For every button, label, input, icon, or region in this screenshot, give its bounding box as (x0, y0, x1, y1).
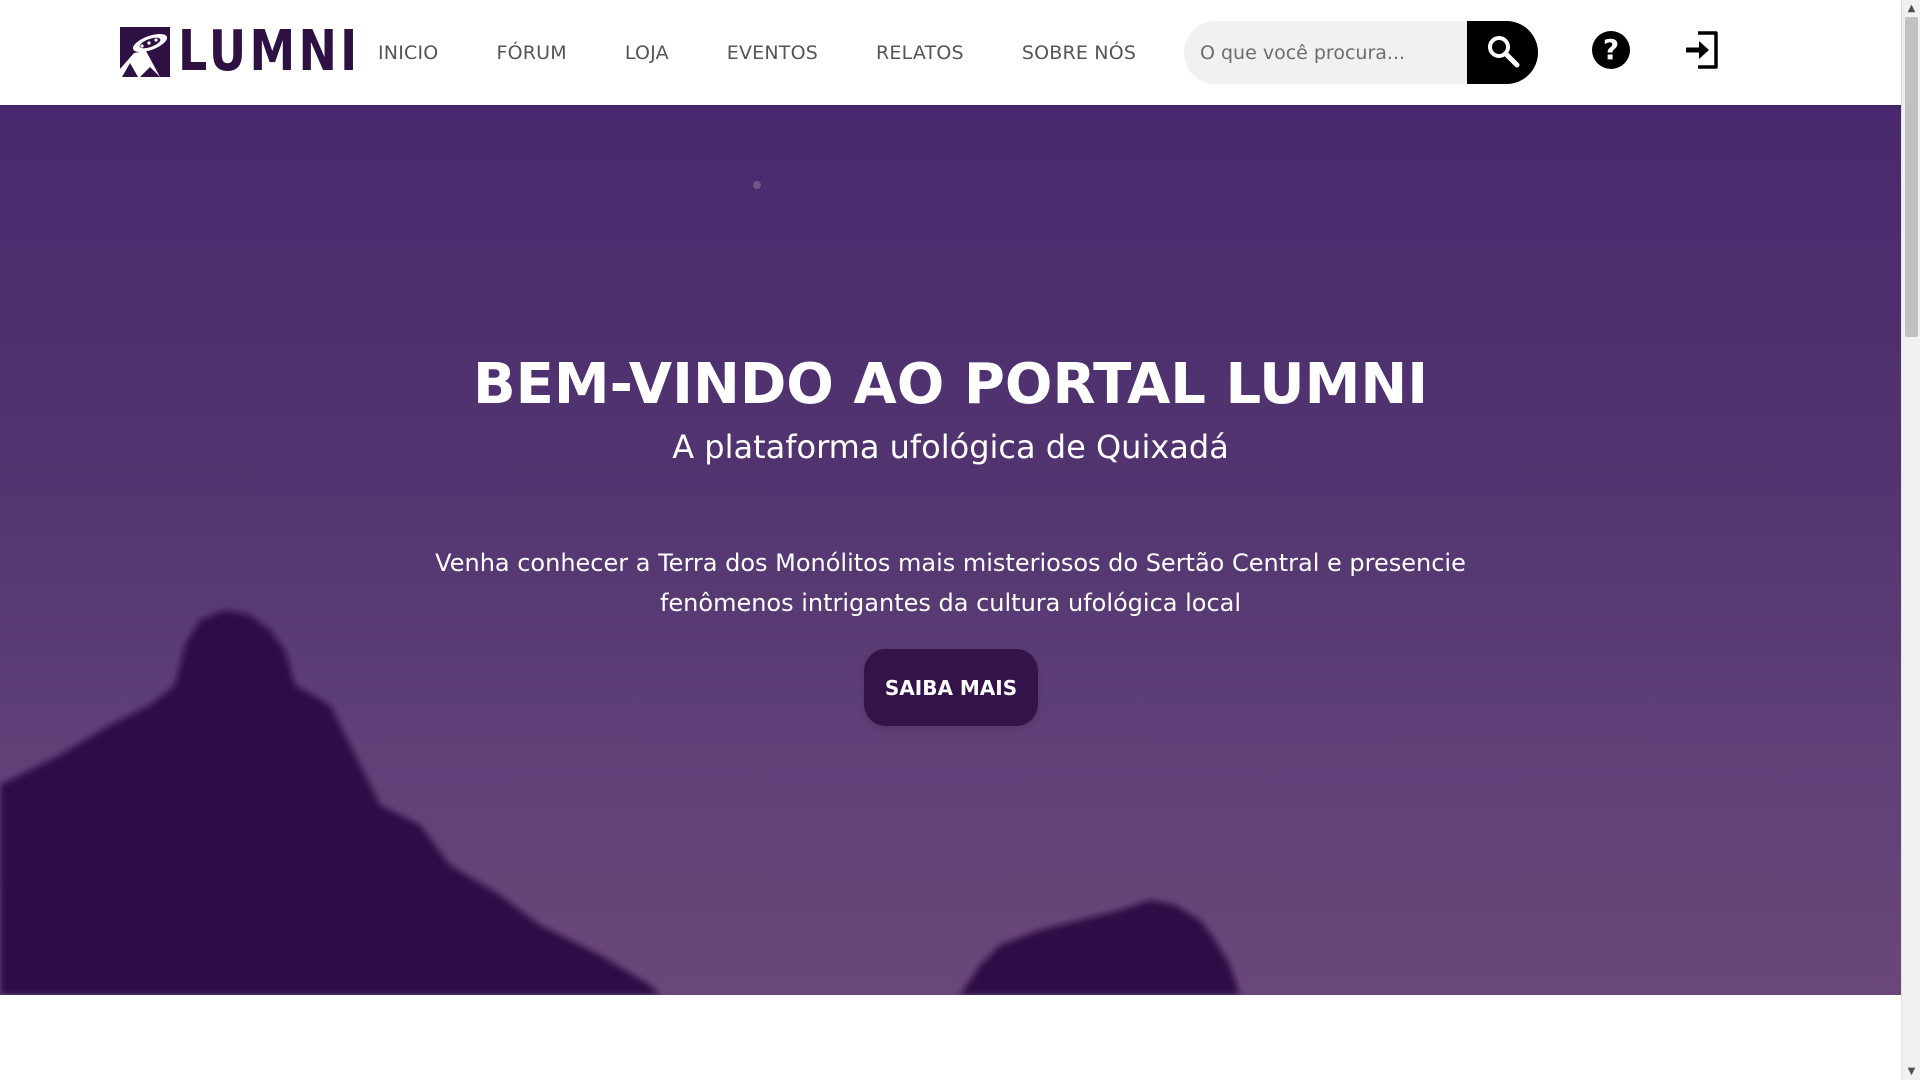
site-header: LUMNI INICIO FÓRUM LOJA EVENTOS RELATOS … (0, 0, 1901, 105)
nav-item-relatos[interactable]: RELATOS (876, 42, 964, 64)
logo-link[interactable]: LUMNI (120, 19, 401, 84)
nav-item-inicio[interactable]: INICIO (378, 42, 438, 64)
help-button[interactable]: ? (1592, 31, 1630, 69)
search-button[interactable] (1467, 21, 1538, 84)
scroll-thumb[interactable] (1905, 17, 1918, 337)
question-circle-icon: ? (1602, 33, 1620, 66)
hero-title: BEM-VINDO AO PORTAL LUMNI (472, 352, 1429, 417)
login-button[interactable] (1682, 30, 1722, 70)
main-nav: INICIO FÓRUM LOJA EVENTOS RELATOS SOBRE … (378, 0, 1136, 105)
hero-description: Venha conhecer a Terra dos Monólitos mai… (435, 549, 1466, 617)
nav-item-loja[interactable]: LOJA (625, 42, 669, 64)
hero-subtitle: A plataforma ufológica de Quixadá (672, 428, 1229, 466)
logo-text: LUMNI (178, 19, 361, 84)
nav-item-forum[interactable]: FÓRUM (496, 42, 566, 64)
scroll-up-arrow-icon[interactable]: ▲ (1902, 0, 1920, 17)
nav-item-eventos[interactable]: EVENTOS (727, 42, 818, 64)
search-input[interactable] (1184, 21, 1467, 84)
scroll-down-arrow-icon[interactable]: ▼ (1902, 1063, 1920, 1080)
ufo-logo-icon (120, 27, 170, 77)
nav-item-sobre-nos[interactable]: SOBRE NÓS (1022, 42, 1136, 64)
search-form (1184, 21, 1538, 84)
hero-section: BEM-VINDO AO PORTAL LUMNI A plataforma u… (0, 105, 1901, 995)
search-icon (1486, 34, 1520, 71)
login-icon (1682, 31, 1722, 73)
saiba-mais-button[interactable]: SAIBA MAIS (864, 649, 1038, 726)
page: LUMNI INICIO FÓRUM LOJA EVENTOS RELATOS … (0, 0, 1920, 1080)
page-scrollbar[interactable]: ▲ ▼ (1901, 0, 1920, 1080)
